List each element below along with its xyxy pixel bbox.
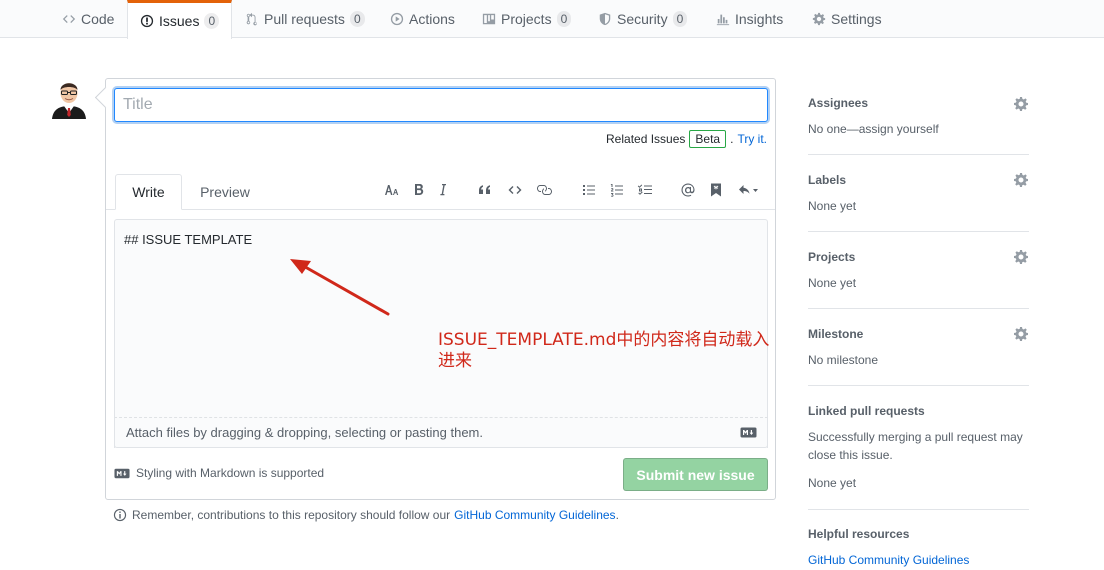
- try-it-link[interactable]: Try it.: [737, 132, 767, 146]
- ordered-list-icon[interactable]: [606, 180, 628, 200]
- reply-icon[interactable]: [734, 180, 764, 200]
- tab-pull-requests-label: Pull requests: [264, 11, 345, 27]
- link-icon[interactable]: [533, 180, 555, 200]
- issues-count: 0: [204, 13, 220, 29]
- tab-settings[interactable]: Settings: [812, 0, 882, 38]
- contribution-notice-text: Remember, contributions to this reposito…: [132, 508, 451, 522]
- sidebar-helpful-resources: Helpful resources GitHub Community Guide…: [808, 510, 1029, 570]
- tab-pull-requests[interactable]: Pull requests 0: [245, 0, 365, 38]
- milestone-gear-button[interactable]: [1013, 326, 1029, 342]
- sidebar-assignees: Assignees No one—assign yourself: [808, 78, 1029, 155]
- tab-projects[interactable]: Projects 0: [482, 0, 572, 38]
- gear-icon: [1014, 327, 1028, 341]
- sidebar-linked-pull-requests: Linked pull requests Successfully mergin…: [808, 386, 1029, 510]
- gear-icon: [1014, 97, 1028, 111]
- tab-code[interactable]: Code: [62, 0, 114, 38]
- mention-icon[interactable]: [677, 180, 699, 200]
- quote-icon[interactable]: [474, 180, 496, 200]
- security-count: 0: [672, 11, 688, 27]
- tab-actions-label: Actions: [409, 11, 455, 27]
- attach-files-zone[interactable]: Attach files by dragging & dropping, sel…: [114, 417, 768, 448]
- markdown-icon: [114, 468, 130, 478]
- community-guidelines-link[interactable]: GitHub Community Guidelines: [454, 508, 615, 522]
- submit-new-issue-button[interactable]: Submit new issue: [623, 458, 768, 491]
- italic-icon[interactable]: [432, 180, 454, 200]
- new-issue-form: Related Issues Beta. Try it. Write Previ…: [105, 78, 776, 500]
- tab-settings-label: Settings: [831, 11, 882, 27]
- task-list-icon[interactable]: [634, 180, 656, 200]
- gear-icon: [812, 12, 826, 26]
- annotation-arrow: [290, 259, 390, 316]
- labels-value: None yet: [808, 199, 857, 213]
- projects-value: None yet: [808, 276, 857, 290]
- attach-files-text: Attach files by dragging & dropping, sel…: [126, 425, 483, 440]
- related-issues-label: Related Issues: [606, 132, 686, 146]
- milestone-value: No milestone: [808, 353, 879, 367]
- info-icon: [113, 508, 127, 522]
- linked-pull-requests-description: Successfully merging a pull request may …: [808, 430, 1023, 462]
- labels-heading: Labels: [808, 173, 847, 187]
- code-icon: [62, 15, 76, 23]
- markdown-icon: [740, 427, 757, 438]
- repo-nav: Code Issues 0 Pull requests 0 Actions Pr…: [0, 0, 1104, 39]
- projects-count: 0: [556, 11, 572, 27]
- shield-icon: [599, 12, 611, 26]
- linked-pull-requests-heading: Linked pull requests: [808, 404, 925, 418]
- avatar[interactable]: [48, 77, 90, 119]
- tab-preview[interactable]: Preview: [190, 174, 260, 210]
- pull-requests-count: 0: [349, 11, 365, 27]
- saved-reply-icon[interactable]: [705, 180, 727, 200]
- gear-icon: [1014, 250, 1028, 264]
- linked-pull-requests-value: None yet: [808, 476, 857, 490]
- annotation-text: ISSUE_TEMPLATE.md中的内容将自动载入进来: [438, 330, 770, 371]
- assignees-gear-button[interactable]: [1013, 96, 1029, 112]
- tab-projects-label: Projects: [501, 11, 552, 27]
- title-input[interactable]: [114, 88, 768, 122]
- tab-insights-label: Insights: [735, 11, 784, 27]
- assignees-heading: Assignees: [808, 96, 869, 110]
- code-icon[interactable]: [504, 180, 526, 200]
- helpful-guidelines-link[interactable]: GitHub Community Guidelines: [808, 553, 969, 567]
- header-icon[interactable]: [380, 180, 402, 200]
- markdown-support-link[interactable]: Styling with Markdown is supported: [114, 466, 324, 480]
- tab-issues[interactable]: Issues 0: [127, 0, 232, 39]
- gear-icon: [1014, 173, 1028, 187]
- sidebar-milestone: Milestone No milestone: [808, 309, 1029, 386]
- play-icon: [390, 12, 404, 26]
- tab-actions[interactable]: Actions: [390, 0, 455, 38]
- pull-request-icon: [246, 12, 257, 26]
- tab-write[interactable]: Write: [115, 174, 182, 210]
- labels-gear-button[interactable]: [1013, 172, 1029, 188]
- projects-heading: Projects: [808, 250, 856, 264]
- related-issues: Related Issues Beta. Try it.: [606, 130, 767, 148]
- tab-security[interactable]: Security 0: [598, 0, 688, 38]
- projects-gear-button[interactable]: [1013, 249, 1029, 265]
- graph-icon: [716, 14, 730, 26]
- tab-insights[interactable]: Insights: [716, 0, 783, 38]
- editor-text: ## ISSUE TEMPLATE: [124, 232, 253, 247]
- tab-security-label: Security: [617, 11, 668, 27]
- issue-icon: [140, 14, 154, 28]
- sidebar-projects: Projects None yet: [808, 232, 1029, 309]
- contribution-notice: Remember, contributions to this reposito…: [113, 508, 619, 522]
- unordered-list-icon[interactable]: [578, 180, 600, 200]
- helpful-resources-heading: Helpful resources: [808, 527, 910, 541]
- sidebar-labels: Labels None yet: [808, 155, 1029, 232]
- tab-issues-label: Issues: [159, 13, 200, 29]
- markdown-support-text: Styling with Markdown is supported: [136, 466, 325, 480]
- bold-icon[interactable]: [408, 180, 430, 200]
- milestone-heading: Milestone: [808, 327, 864, 341]
- project-icon: [482, 13, 496, 25]
- tab-code-label: Code: [81, 11, 115, 27]
- assignees-value[interactable]: No one—assign yourself: [808, 120, 939, 138]
- beta-badge: Beta: [689, 130, 727, 148]
